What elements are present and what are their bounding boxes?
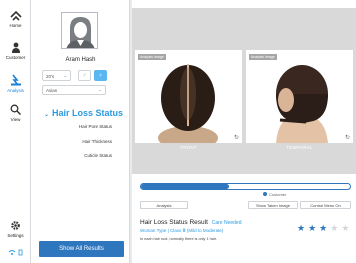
- profile-panel: Aram Hash 20's ⌄ ♂ ♀ Asian ⌄ ⌄ Hair Loss …: [31, 0, 130, 263]
- result-description: In each hair root, normally there is onl…: [140, 237, 217, 241]
- customer-legend-label: Customer: [269, 192, 287, 197]
- show-taken-image-button[interactable]: Show Taken Image: [248, 201, 298, 209]
- avatar-silhouette-icon: [66, 17, 95, 48]
- menu-item-hair-thickness[interactable]: Hair Thickness: [82, 139, 112, 144]
- chevron-down-icon: ⌄: [44, 112, 50, 118]
- rail-item-settings[interactable]: Settings: [0, 220, 31, 238]
- temporal-profile-image: [276, 65, 328, 143]
- result-type: Woman Type | Class Ⅲ (Mild to Moderate): [140, 228, 224, 233]
- show-all-results-button[interactable]: Show All Results: [39, 241, 124, 257]
- front-image-card[interactable]: Analysis Image ↻: [135, 50, 242, 143]
- gender-male-button[interactable]: ♂: [78, 70, 91, 81]
- analysis-image-area: Analysis Image ↻ FRONT Analysis Image ↻ …: [132, 8, 356, 174]
- gear-icon: [11, 221, 20, 230]
- main-content: Analysis Image ↻ FRONT Analysis Image ↻ …: [132, 0, 356, 263]
- rail-item-analysis[interactable]: Analysis: [0, 74, 31, 93]
- race-select[interactable]: Asian ⌄: [42, 85, 106, 95]
- gender-female-button[interactable]: ♀: [94, 70, 107, 81]
- customer-icon: [11, 42, 20, 53]
- hair-loss-menu-header[interactable]: ⌄ Hair Loss Status: [44, 108, 123, 118]
- temporal-image-tag: Analysis Image: [249, 54, 277, 60]
- rotate-icon[interactable]: ↻: [234, 134, 239, 141]
- home-icon: [9, 11, 22, 21]
- rail-item-home-label: Home: [9, 23, 22, 28]
- age-value: 20's: [46, 74, 55, 79]
- rail-item-settings-label: Settings: [7, 233, 24, 238]
- front-scalp-image: [158, 64, 218, 143]
- front-label: FRONT: [180, 145, 197, 150]
- star-icon: ★: [341, 223, 350, 233]
- rail-item-customer[interactable]: Customer: [0, 42, 31, 60]
- menu-item-hair-pore[interactable]: Hair Pore Status: [79, 124, 112, 129]
- profile-photo[interactable]: [61, 12, 98, 49]
- care-needed-badge: Care Needed: [211, 220, 242, 226]
- analysis-icon: [10, 74, 21, 86]
- temporal-label: TEMPORAL: [286, 145, 313, 150]
- star-icon: ★: [330, 223, 339, 233]
- race-value: Asian: [46, 88, 58, 93]
- age-select[interactable]: 20's ⌄: [42, 70, 71, 81]
- analysis-button[interactable]: Analysis: [140, 201, 188, 209]
- customer-legend-dot: [263, 192, 267, 196]
- rail-item-view-label: View: [10, 117, 21, 122]
- nav-rail: Home Customer Analysis View Settings: [0, 0, 31, 263]
- rail-item-customer-label: Customer: [5, 55, 26, 60]
- rail-item-view[interactable]: View: [0, 104, 31, 122]
- status-icons: [0, 249, 31, 256]
- app-window: Home Customer Analysis View Settings Ara…: [0, 0, 356, 263]
- class-progress-bar: Class 3: [140, 183, 351, 190]
- search-icon: [10, 104, 21, 115]
- customer-name: Aram Hash: [65, 57, 96, 63]
- wifi-battery-icon: [8, 249, 22, 256]
- rotate-icon[interactable]: ↻: [345, 134, 350, 141]
- rating-stars: ★ ★ ★ ★ ★: [297, 218, 352, 236]
- chevron-down-icon: ⌄: [63, 73, 67, 78]
- menu-item-cuticle[interactable]: Cuticle Status: [84, 153, 112, 158]
- rail-item-analysis-label: Analysis: [7, 88, 24, 93]
- result-heading: Hair Loss Status Result Care Needed: [140, 219, 241, 226]
- control-menu-button[interactable]: Control Menu On: [300, 201, 351, 209]
- rail-item-home[interactable]: Home: [0, 11, 31, 28]
- chevron-down-icon: ⌄: [98, 87, 102, 92]
- result-title: Hair Loss Status Result: [140, 219, 208, 226]
- star-icon: ★: [308, 223, 317, 233]
- front-image-tag: Analysis Image: [138, 54, 166, 60]
- class-progress-label: Class 3: [237, 184, 253, 189]
- temporal-image-card[interactable]: Analysis Image ↻: [246, 50, 353, 143]
- hair-loss-menu-title: Hair Loss Status: [52, 108, 124, 118]
- star-icon: ★: [319, 223, 328, 233]
- star-icon: ★: [297, 223, 306, 233]
